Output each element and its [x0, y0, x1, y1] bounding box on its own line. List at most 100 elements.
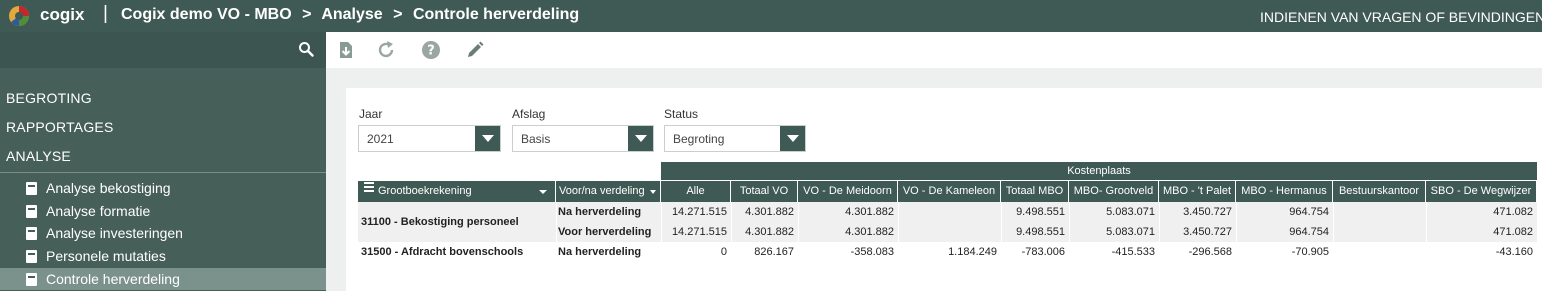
row-group-label: 31500 - Afdracht bovenschools — [361, 246, 524, 258]
column-divider — [1001, 202, 1002, 262]
col-header-bestuurskantoor[interactable]: Bestuurskantoor — [1333, 181, 1426, 202]
edit-icon[interactable] — [465, 40, 485, 60]
cell-value: 1.184.249 — [948, 246, 997, 258]
cell-value: 3.450.727 — [1183, 206, 1232, 218]
sidebar-item-label: Controle herverdeling — [46, 271, 180, 287]
cell-value: 5.083.071 — [1106, 226, 1155, 238]
status-select[interactable]: Begroting — [664, 125, 806, 152]
row-verdeling-label: Voor herverdeling — [558, 226, 652, 238]
column-divider — [1426, 202, 1427, 262]
column-divider — [1159, 202, 1160, 262]
cogix-logo-icon — [9, 6, 29, 26]
cell-value — [1333, 222, 1426, 242]
sidebar-item-personele-mutaties[interactable]: Personele mutaties — [0, 245, 326, 267]
breadcrumb-analyse[interactable]: Analyse — [321, 6, 382, 23]
cell-value: 5.083.071 — [1106, 206, 1155, 218]
cell-value: 471.082 — [1493, 226, 1533, 238]
sidebar-item-label: Personele mutaties — [46, 248, 166, 264]
sidebar-item-label: Analyse bekostiging — [46, 180, 171, 196]
cell-value: 9.498.551 — [1016, 206, 1065, 218]
col-header-sbo-de-wegwijzer[interactable]: SBO - De Wegwijzer — [1426, 181, 1537, 202]
document-icon — [26, 250, 37, 263]
col-header-mbo-grootveld[interactable]: MBO- Grootveld — [1069, 181, 1159, 202]
menu-icon[interactable] — [364, 182, 374, 194]
brand-name: cogix — [40, 5, 85, 24]
breadcrumb: Cogix demo VO - MBO > Analyse > Controle… — [121, 6, 585, 24]
document-icon — [26, 273, 37, 286]
chevron-down-icon[interactable] — [628, 126, 653, 151]
toolbar: ? — [326, 32, 1542, 68]
sidebar-item-analyse-bekostiging[interactable]: Analyse bekostiging — [0, 177, 326, 199]
afslag-select[interactable]: Basis — [512, 125, 654, 152]
chevron-down-icon[interactable] — [780, 126, 805, 151]
col-header-mbo-t-palet[interactable]: MBO - 't Palet — [1159, 181, 1236, 202]
brand-separator: | — [103, 3, 108, 24]
sidebar-item-controle-herverdeling[interactable]: Controle herverdeling — [0, 268, 326, 290]
cell-value: 964.754 — [1289, 226, 1329, 238]
col-header-vo-de-meidoorn[interactable]: VO - De Meidoorn — [798, 181, 898, 202]
cell-value: 3.450.727 — [1183, 226, 1232, 238]
cell-value — [1333, 242, 1426, 262]
col-header-totaal-mbo[interactable]: Totaal MBO — [1001, 181, 1069, 202]
chevron-down-icon[interactable] — [475, 126, 500, 151]
download-icon[interactable] — [336, 40, 356, 60]
column-divider — [898, 202, 899, 262]
sidebar-section-analyse[interactable]: ANALYSE — [6, 148, 71, 164]
cell-value: 14.271.515 — [671, 226, 727, 238]
column-divider — [1236, 202, 1237, 262]
chevron-down-icon[interactable] — [539, 190, 547, 194]
sidebar-section-rapportages[interactable]: RAPPORTAGES — [6, 119, 114, 135]
col-header-totaal-vo[interactable]: Totaal VO — [731, 181, 798, 202]
document-icon — [26, 205, 37, 218]
chevron-down-icon[interactable] — [650, 190, 656, 194]
jaar-select[interactable]: 2021 — [358, 125, 501, 152]
column-divider — [731, 202, 732, 262]
sidebar: BEGROTING RAPPORTAGES ANALYSE Analyse be… — [0, 32, 326, 291]
cell-value: -70.905 — [1291, 246, 1329, 258]
cell-value: -415.533 — [1111, 246, 1155, 258]
refresh-icon[interactable] — [377, 40, 397, 60]
column-divider — [661, 202, 662, 262]
status-label: Status — [664, 107, 699, 121]
row-verdeling-label: Na herverdeling — [558, 246, 642, 258]
document-icon — [26, 182, 37, 195]
col-header-alle[interactable]: Alle — [661, 181, 731, 202]
col-header-mbo-hermanus[interactable]: MBO - Hermanus — [1236, 181, 1333, 202]
column-divider — [1333, 202, 1334, 262]
cell-value: 4.301.882 — [845, 226, 894, 238]
jaar-value: 2021 — [367, 132, 394, 146]
cell-value: -296.568 — [1188, 246, 1232, 258]
sidebar-item-analyse-formatie[interactable]: Analyse formatie — [0, 200, 326, 222]
cell-value: -358.083 — [850, 246, 894, 258]
cell-value: -43.160 — [1495, 246, 1533, 258]
sidebar-item-label: Analyse formatie — [46, 203, 151, 219]
kostenplaats-group-header: Kostenplaats — [661, 162, 1537, 180]
cell-value: 9.498.551 — [1016, 226, 1065, 238]
voor-na-verdeling-header[interactable]: Voor/na verdeling — [556, 181, 661, 202]
report-issue-link[interactable]: INDIENEN VAN VRAGEN OF BEVINDINGEN — [1260, 9, 1542, 25]
cell-value: 4.301.882 — [745, 226, 794, 238]
sidebar-search-bar — [0, 32, 326, 68]
sidebar-item-analyse-investeringen[interactable]: Analyse investeringen — [0, 222, 326, 244]
table-row: 31500 - Afdracht bovenschools Na herverd… — [358, 242, 1537, 262]
column-divider — [1069, 202, 1070, 262]
cell-value: 826.167 — [754, 246, 794, 258]
row-verdeling-label: Na herverdeling — [558, 206, 642, 218]
column-divider — [556, 202, 557, 262]
col-header-vo-de-kameleon[interactable]: VO - De Kameleon — [898, 181, 1001, 202]
cell-value: 471.082 — [1493, 206, 1533, 218]
help-icon[interactable]: ? — [421, 40, 441, 60]
cell-value — [898, 222, 1001, 242]
row-group-label: 31100 - Bekostiging personeel — [361, 216, 519, 228]
breadcrumb-current: Controle herverdeling — [412, 6, 580, 23]
cell-value — [1333, 202, 1426, 222]
afslag-label: Afslag — [512, 107, 546, 121]
breadcrumb-separator: > — [302, 6, 312, 23]
sidebar-section-begroting[interactable]: BEGROTING — [6, 90, 92, 106]
search-icon[interactable] — [298, 41, 314, 57]
cell-value — [898, 202, 1001, 222]
breadcrumb-project[interactable]: Cogix demo VO - MBO — [121, 6, 292, 23]
grootboekrekening-header[interactable]: Grootboekrekening — [358, 181, 556, 202]
cell-value: 4.301.882 — [745, 206, 794, 218]
cell-value: 14.271.515 — [671, 206, 727, 218]
